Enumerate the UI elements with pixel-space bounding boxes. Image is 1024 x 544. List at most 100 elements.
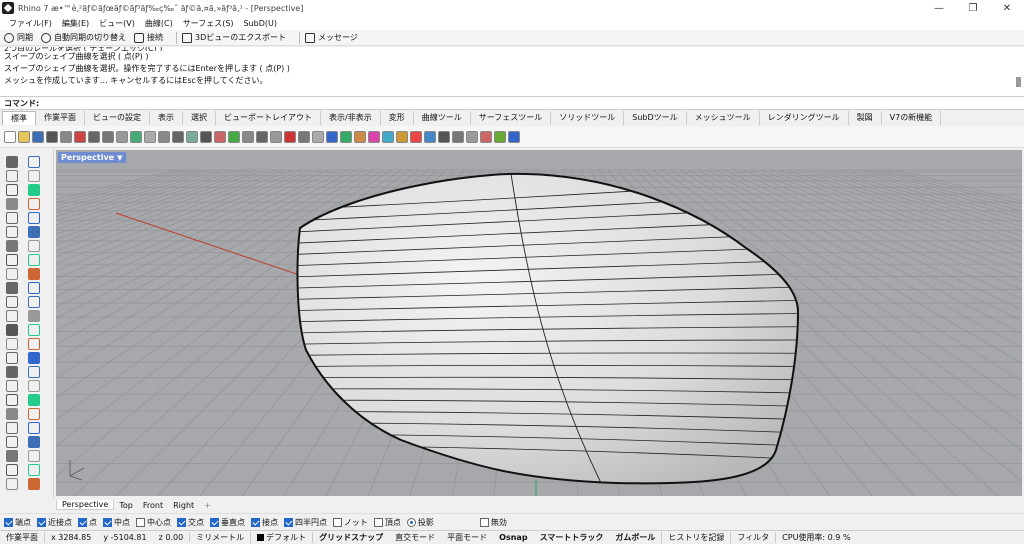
tab-5[interactable]: ビューポートレイアウト (216, 111, 321, 125)
osnap-5[interactable]: 交点 (177, 517, 204, 528)
restore-button[interactable]: ❐ (956, 0, 990, 16)
left-tool-icon-17[interactable] (28, 268, 40, 280)
toolbar-tool-icon-19[interactable] (270, 130, 282, 143)
history-scrollbar[interactable] (1014, 49, 1022, 95)
tab-4[interactable]: 選択 (183, 111, 216, 125)
checkbox-icon[interactable] (4, 517, 13, 527)
left-tool-icon-29[interactable] (28, 352, 40, 364)
tab-15[interactable]: V7の新機能 (882, 111, 942, 125)
toolbar-tool-icon-3[interactable] (46, 130, 58, 143)
tab-10[interactable]: ソリッドツール (551, 111, 625, 125)
left-tool-icon-38[interactable] (6, 422, 18, 434)
checkbox-icon[interactable] (251, 517, 260, 527)
osnap-0[interactable]: 端点 (4, 517, 31, 528)
menu-curve[interactable]: 曲線(C) (140, 18, 178, 29)
checkbox-icon[interactable] (136, 517, 145, 527)
minimize-button[interactable]: — (922, 0, 956, 16)
osnap-9[interactable]: ノット (333, 517, 368, 528)
menu-edit[interactable]: 編集(E) (57, 18, 94, 29)
osnap-8[interactable]: 四半円点 (284, 517, 327, 528)
units-label[interactable]: ミリメートル (190, 532, 252, 543)
sync-button[interactable]: 同期 (4, 32, 33, 43)
toolbar-tool-icon-32[interactable] (452, 130, 464, 143)
left-tool-icon-28[interactable] (6, 352, 18, 364)
toolbar-tool-icon-36[interactable] (508, 130, 520, 143)
checkbox-icon[interactable] (177, 517, 186, 527)
toolbar-tool-icon-11[interactable] (158, 130, 170, 143)
menu-subd[interactable]: SubD(U) (239, 19, 282, 28)
left-tool-icon-35[interactable] (28, 394, 40, 406)
checkbox-icon[interactable] (333, 517, 342, 527)
toolbar-tool-icon-15[interactable] (214, 130, 226, 143)
tab-top[interactable]: Top (114, 501, 138, 510)
tab-0[interactable]: 標準 (2, 111, 36, 125)
scrollbar-thumb[interactable] (1016, 77, 1021, 87)
left-tool-icon-8[interactable] (6, 212, 18, 224)
toolbar-tool-icon-27[interactable] (382, 130, 394, 143)
message-button[interactable]: メッセージ (305, 32, 358, 43)
left-tool-icon-18[interactable] (6, 282, 18, 294)
tab-6[interactable]: 表示/非表示 (321, 111, 381, 125)
osnap-3[interactable]: 中点 (103, 517, 130, 528)
tab-right[interactable]: Right (168, 501, 199, 510)
toolbar-tool-icon-29[interactable] (410, 130, 422, 143)
left-tool-icon-47[interactable] (28, 478, 40, 490)
left-tool-icon-34[interactable] (6, 394, 18, 406)
connect-button[interactable]: 接続 (134, 32, 163, 43)
menu-view[interactable]: ビュー(V) (94, 18, 140, 29)
toolbar-tool-icon-33[interactable] (466, 130, 478, 143)
tab-11[interactable]: SubDツール (624, 111, 687, 125)
left-tool-icon-6[interactable] (6, 198, 18, 210)
toolbar-tool-icon-7[interactable] (102, 130, 114, 143)
viewport-canvas[interactable] (56, 150, 1022, 496)
radio-icon[interactable] (406, 517, 416, 527)
toolbar-tool-icon-4[interactable] (60, 130, 72, 143)
osnap-10[interactable]: 頂点 (373, 517, 401, 528)
osnap-7[interactable]: 接点 (251, 517, 278, 528)
grid-snap-toggle[interactable]: グリッドスナップ (313, 532, 389, 543)
planar-toggle[interactable]: 平面モード (441, 532, 493, 543)
tab-7[interactable]: 変形 (381, 111, 414, 125)
left-tool-icon-13[interactable] (28, 240, 40, 252)
left-tool-icon-2[interactable] (6, 170, 18, 182)
left-tool-icon-14[interactable] (6, 254, 18, 266)
left-tool-icon-1[interactable] (28, 156, 40, 168)
tab-3[interactable]: 表示 (150, 111, 183, 125)
filter-toggle[interactable]: フィルタ (731, 532, 777, 543)
checkbox-icon[interactable] (373, 517, 383, 527)
gumball-toggle[interactable]: ガムボール (609, 532, 663, 543)
osnap-2[interactable]: 点 (78, 517, 97, 528)
close-button[interactable]: ✕ (990, 0, 1024, 16)
left-tool-icon-46[interactable] (6, 478, 18, 490)
toolbar-tool-icon-9[interactable] (130, 130, 142, 143)
toolbar-tool-icon-2[interactable] (32, 130, 44, 143)
toolbar-tool-icon-16[interactable] (228, 130, 240, 143)
toolbar-tool-icon-24[interactable] (340, 130, 352, 143)
left-tool-icon-41[interactable] (28, 436, 40, 448)
left-tool-icon-44[interactable] (6, 464, 18, 476)
left-tool-icon-36[interactable] (6, 408, 18, 420)
left-tool-icon-45[interactable] (28, 464, 40, 476)
left-tool-icon-19[interactable] (28, 282, 40, 294)
left-tool-icon-15[interactable] (28, 254, 40, 266)
cplane-label[interactable]: 作業平面 (0, 532, 45, 543)
toolbar-tool-icon-13[interactable] (186, 130, 198, 143)
osnap-6[interactable]: 垂直点 (210, 517, 245, 528)
left-tool-icon-0[interactable] (6, 156, 18, 168)
menu-surface[interactable]: サーフェス(S) (178, 18, 239, 29)
toolbar-tool-icon-30[interactable] (424, 130, 436, 143)
add-viewport-icon[interactable]: + (199, 501, 216, 510)
checkbox-icon[interactable] (284, 517, 293, 527)
smart-track-toggle[interactable]: スマートトラック (534, 532, 610, 543)
ortho-toggle[interactable]: 直交モード (389, 532, 441, 543)
osnap-1[interactable]: 近接点 (37, 517, 72, 528)
checkbox-icon[interactable] (103, 517, 112, 527)
tab-8[interactable]: 曲線ツール (414, 111, 471, 125)
toolbar-tool-icon-26[interactable] (368, 130, 380, 143)
toolbar-tool-icon-12[interactable] (172, 130, 184, 143)
left-tool-icon-9[interactable] (28, 212, 40, 224)
left-tool-icon-20[interactable] (6, 296, 18, 308)
toolbar-tool-icon-5[interactable] (74, 130, 86, 143)
auto-sync-button[interactable]: 自動同期の切り替え (41, 32, 126, 43)
left-tool-icon-26[interactable] (6, 338, 18, 350)
